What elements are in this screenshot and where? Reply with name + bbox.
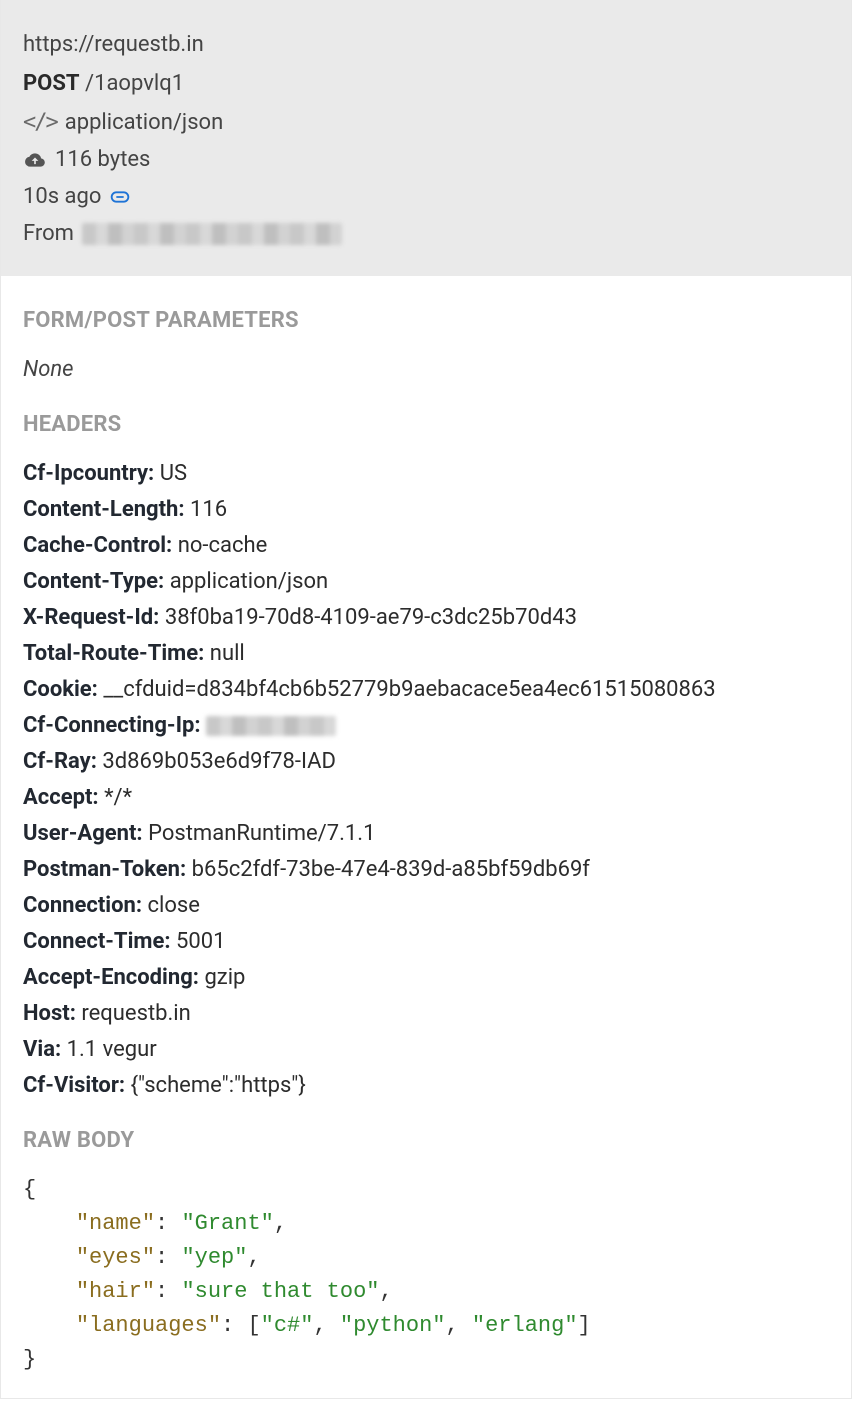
from-label: From (23, 217, 74, 250)
header-value-redacted (206, 716, 336, 736)
header-row: User-Agent: PostmanRuntime/7.1.1 (23, 817, 829, 850)
time-line: 10s ago (23, 180, 829, 213)
header-value: gzip (204, 965, 245, 990)
header-key: Via: (23, 1037, 67, 1062)
content-type-line: </> application/json (23, 106, 829, 139)
header-key: Connection: (23, 893, 148, 918)
header-key: Connect-Time: (23, 929, 176, 954)
header-row: Host: requestb.in (23, 997, 829, 1030)
header-row: Content-Length: 116 (23, 493, 829, 526)
header-key: Cf-Visitor: (23, 1073, 131, 1098)
from-redacted (82, 223, 342, 245)
header-key: Postman-Token: (23, 857, 192, 882)
header-row: Cf-Connecting-Ip: (23, 709, 829, 742)
code-icon: </> (23, 106, 57, 139)
raw-body-title: RAW BODY (23, 1124, 829, 1157)
header-row: Content-Type: application/json (23, 565, 829, 598)
header-value: null (210, 641, 245, 666)
form-params-title: FORM/POST PARAMETERS (23, 304, 829, 337)
cloud-upload-icon (23, 150, 47, 170)
request-summary-header: https://requestb.in POST /1aopvlq1 </> a… (1, 0, 851, 276)
header-value: */* (104, 785, 132, 810)
header-value: 3d869b053e6d9f78-IAD (102, 749, 336, 774)
time-ago-text: 10s ago (23, 180, 101, 213)
base-url: https://requestb.in (23, 28, 829, 61)
request-details: FORM/POST PARAMETERS None HEADERS Cf-Ipc… (1, 276, 851, 1398)
header-value: 5001 (176, 929, 225, 954)
header-value: no-cache (178, 533, 268, 558)
header-key: Total-Route-Time: (23, 641, 210, 666)
form-params-none: None (23, 353, 829, 386)
header-value: requestb.in (81, 1001, 190, 1026)
header-row: Via: 1.1 vegur (23, 1033, 829, 1066)
header-key: Cache-Control: (23, 533, 178, 558)
header-row: Total-Route-Time: null (23, 637, 829, 670)
size-line: 116 bytes (23, 143, 829, 176)
body-size-text: 116 bytes (55, 143, 150, 176)
header-row: Postman-Token: b65c2fdf-73be-47e4-839d-a… (23, 853, 829, 886)
header-key: User-Agent: (23, 821, 148, 846)
header-row: Cache-Control: no-cache (23, 529, 829, 562)
header-key: Content-Length: (23, 497, 190, 522)
header-key: Accept-Encoding: (23, 965, 204, 990)
header-key: Host: (23, 1001, 81, 1026)
header-key: Accept: (23, 785, 104, 810)
header-value: b65c2fdf-73be-47e4-839d-a85bf59db69f (192, 857, 590, 882)
from-line: From (23, 217, 829, 250)
header-value: {"scheme":"https"} (131, 1073, 306, 1098)
request-panel: https://requestb.in POST /1aopvlq1 </> a… (0, 0, 852, 1399)
http-method: POST (23, 71, 80, 96)
header-value: 38f0ba19-70d8-4109-ae79-c3dc25b70d43 (165, 605, 577, 630)
header-row: Cf-Ray: 3d869b053e6d9f78-IAD (23, 745, 829, 778)
header-key: X-Request-Id: (23, 605, 165, 630)
header-key: Cookie: (23, 677, 103, 702)
header-value: close (148, 893, 200, 918)
header-value: __cfduid=d834bf4cb6b52779b9aebacace5ea4e… (103, 677, 715, 702)
headers-title: HEADERS (23, 408, 829, 441)
method-path-line: POST /1aopvlq1 (23, 67, 829, 100)
header-key: Cf-Ipcountry: (23, 461, 160, 486)
header-key: Content-Type: (23, 569, 170, 594)
content-type-text: application/json (65, 106, 224, 139)
header-key: Cf-Ray: (23, 749, 102, 774)
raw-body: { "name": "Grant", "eyes": "yep", "hair"… (23, 1173, 829, 1378)
header-value: application/json (170, 569, 329, 594)
header-row: Connect-Time: 5001 (23, 925, 829, 958)
header-row: Accept: */* (23, 781, 829, 814)
request-path-text: /1aopvlq1 (85, 71, 184, 96)
header-row: Cf-Ipcountry: US (23, 457, 829, 490)
headers-list: Cf-Ipcountry: USContent-Length: 116Cache… (23, 457, 829, 1102)
header-row: X-Request-Id: 38f0ba19-70d8-4109-ae79-c3… (23, 601, 829, 634)
permalink-icon[interactable] (109, 186, 131, 208)
header-row: Cf-Visitor: {"scheme":"https"} (23, 1069, 829, 1102)
header-row: Connection: close (23, 889, 829, 922)
header-value: 1.1 vegur (67, 1037, 157, 1062)
header-row: Cookie: __cfduid=d834bf4cb6b52779b9aebac… (23, 673, 829, 706)
header-value: PostmanRuntime/7.1.1 (148, 821, 375, 846)
header-key: Cf-Connecting-Ip: (23, 713, 206, 738)
header-value: US (160, 461, 187, 486)
header-value: 116 (190, 497, 227, 522)
header-row: Accept-Encoding: gzip (23, 961, 829, 994)
